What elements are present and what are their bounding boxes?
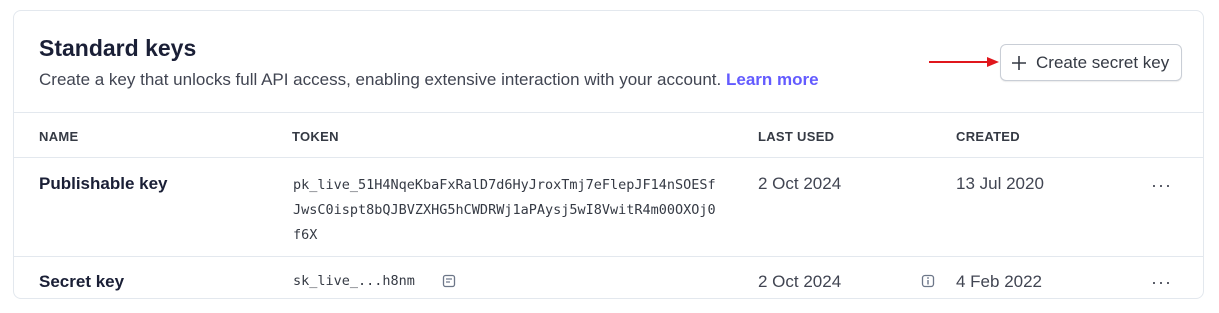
key-token[interactable]: sk_live_...h8nm xyxy=(293,269,415,294)
create-secret-key-label: Create secret key xyxy=(1036,52,1170,72)
created-date: 4 Feb 2022 xyxy=(956,272,1043,291)
create-secret-key-button[interactable]: Create secret key xyxy=(1000,44,1182,81)
key-name: Publishable key xyxy=(39,174,168,193)
more-options-icon[interactable]: ··· xyxy=(1151,273,1172,291)
standard-keys-card: Standard keys Create a key that unlocks … xyxy=(13,10,1204,299)
table-row-secret-key: Secret key sk_live_...h8nm 2 Oct 2024 4 … xyxy=(14,257,1203,298)
key-token[interactable]: pk_live_51H4NqeKbaFxRalD7d6HyJroxTmj7eFl… xyxy=(293,173,723,248)
subtitle: Create a key that unlocks full API acces… xyxy=(39,70,819,90)
page-title: Standard keys xyxy=(39,35,197,61)
learn-more-link[interactable]: Learn more xyxy=(726,70,819,89)
more-options-icon[interactable]: ··· xyxy=(1151,176,1172,194)
key-name: Secret key xyxy=(39,272,125,291)
column-header-created: CREATED xyxy=(956,129,1020,144)
column-header-token: TOKEN xyxy=(292,129,339,144)
red-arrow-icon xyxy=(929,57,999,67)
last-used-date: 2 Oct 2024 xyxy=(758,272,842,291)
info-icon[interactable] xyxy=(921,274,935,288)
copy-icon[interactable] xyxy=(442,274,456,288)
created-date: 13 Jul 2020 xyxy=(956,174,1044,193)
table-row-publishable-key: Publishable key pk_live_51H4NqeKbaFxRalD… xyxy=(14,158,1203,257)
plus-icon xyxy=(1012,55,1026,70)
subtitle-text: Create a key that unlocks full API acces… xyxy=(39,70,722,89)
column-header-last-used: LAST USED xyxy=(758,129,835,144)
last-used-date: 2 Oct 2024 xyxy=(758,174,842,193)
column-header-name: NAME xyxy=(39,129,79,144)
card-header: Standard keys Create a key that unlocks … xyxy=(14,11,1203,113)
table-header: NAME TOKEN LAST USED CREATED xyxy=(14,113,1203,158)
